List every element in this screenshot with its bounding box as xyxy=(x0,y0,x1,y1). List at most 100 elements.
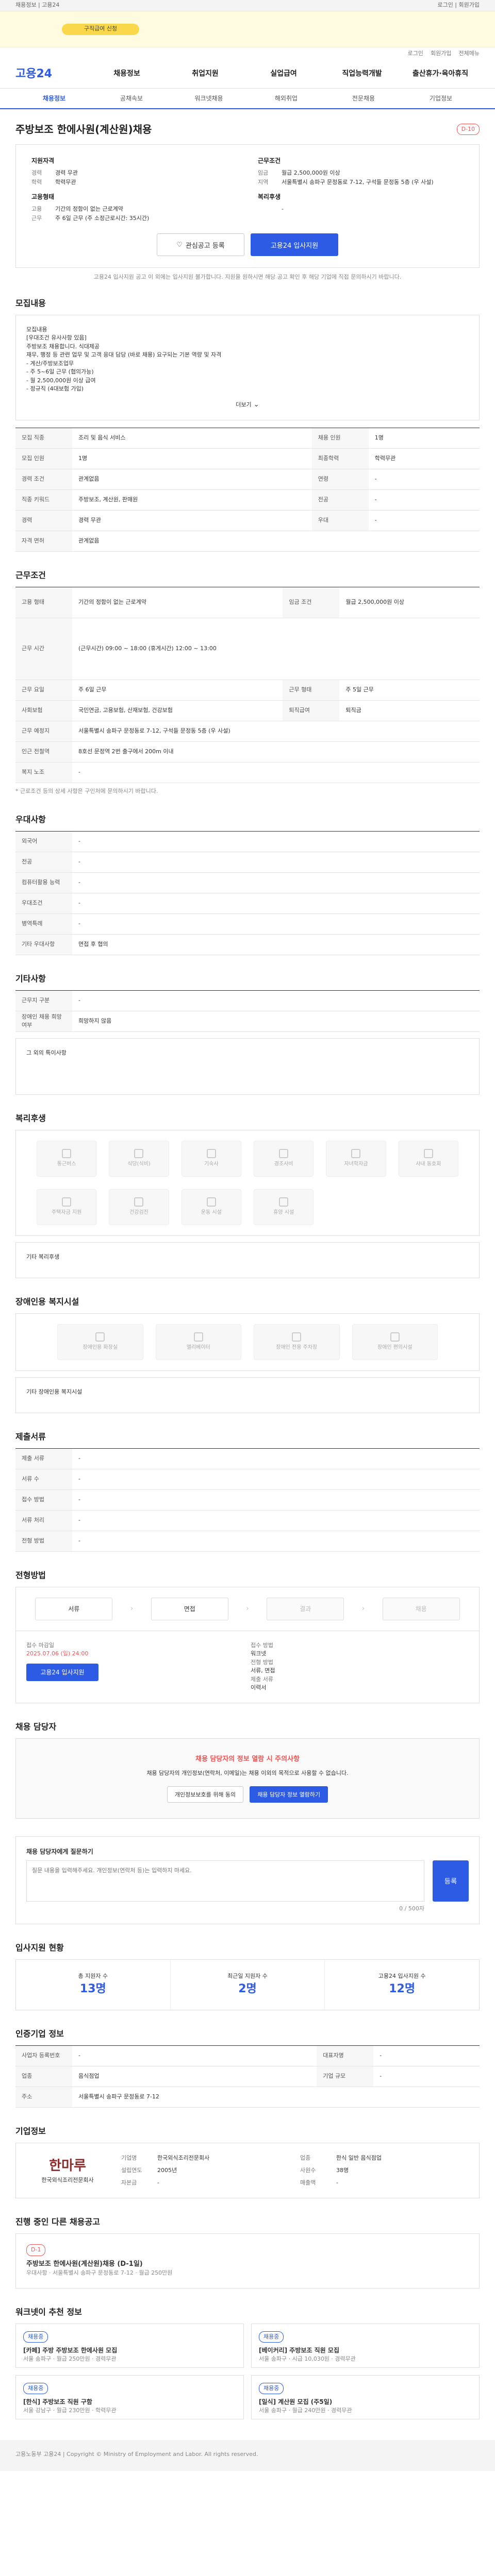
other-job-card[interactable]: D-1 주방보조 한에사원(계산원)채용 (D-1일) 우대사항 · 서울특별시… xyxy=(15,2233,480,2289)
desc-line: 주방보조 채용합니다. 식대제공 xyxy=(26,343,100,350)
welfare-item: 기숙사 xyxy=(181,1140,241,1177)
kv-value: 서울특별시 송파구 문정동로 7-12, 구석들 문정동 5층 (우 사설) xyxy=(282,179,434,185)
table-value: 관계없음 xyxy=(72,469,312,490)
welfare-label: 경조사비 xyxy=(274,1161,293,1167)
table-row: 업종 음식점업 기업 규모 - xyxy=(15,2066,480,2087)
more-button[interactable]: 더보기 xyxy=(236,401,251,408)
welfare-label: 통근버스 xyxy=(57,1161,76,1167)
subnav-item[interactable]: 공채속보 xyxy=(93,94,170,103)
docs-table: 제출 서류 - 서류 수- 접수 방법 - 서류 처리 - 전형 방법 - xyxy=(15,1448,480,1552)
consent-button[interactable]: 개인정보보호를 위해 동의 xyxy=(167,1786,244,1803)
stat-value: 13명 xyxy=(79,1982,106,1995)
table-row: 사업자 등록번호 - 대표자명 - xyxy=(15,2045,480,2066)
table-value: - xyxy=(72,762,480,783)
kv-value: 월급 2,500,000원 이상 xyxy=(282,170,340,176)
desc-line: - 정규직 (4대보험 가입) xyxy=(26,385,84,392)
kv-value: - xyxy=(157,2179,159,2186)
recommend-title: [일식] 계산원 모집 (주5일) xyxy=(259,2398,333,2405)
signup-link[interactable]: 회원가입 xyxy=(431,49,451,58)
house-icon xyxy=(206,1149,216,1158)
parking-icon xyxy=(292,1332,302,1342)
kv-value: - xyxy=(282,206,284,212)
process-step: 결과 xyxy=(267,1597,344,1620)
stat-item: 최근일 지원자 수 2명 xyxy=(171,1959,325,2010)
work-table: 고용 형태 기간의 정함이 없는 근로계약 임금 조건 월급 2,500,000원 이… xyxy=(15,587,480,783)
apply-button[interactable]: 고용24 입사지원 xyxy=(251,233,338,256)
book-icon xyxy=(351,1149,361,1158)
welfare-item: 통근버스 xyxy=(37,1140,97,1177)
table-value: 서울특별시 송파구 문정동로 7-12, 구석들 문정동 5층 (우 사설) xyxy=(72,721,480,742)
info-value: 워크넷 xyxy=(251,1650,267,1657)
table-key: 업종 xyxy=(15,2066,72,2087)
recommend-card[interactable]: 채용중 [일식] 계산원 모집 (주5일) 서울 송파구 · 월급 240만원 · … xyxy=(251,2375,480,2419)
recommend-sub: 서울 송파구 · 월급 240만원 · 경력무관 xyxy=(259,2407,352,2414)
recruit-table: 모집 직종 조리 및 음식 서비스 채용 인원 1명 모집 인원 1명 최종학력 학력무관 … xyxy=(15,428,480,552)
subnav-item[interactable]: 전문채용 xyxy=(325,94,402,103)
logo[interactable]: 고용24 xyxy=(15,65,88,82)
other-job-title[interactable]: 주방보조 한에사원(계산원)채용 (D-1일) xyxy=(26,2259,469,2269)
qa-submit-button[interactable]: 등록 xyxy=(433,1860,469,1902)
kv-key xyxy=(258,205,282,214)
kv-value: 주 6일 근무 (주 소정근로시간: 35시간) xyxy=(55,215,150,222)
facility-label: 엘리베이터 xyxy=(186,1345,210,1350)
recommend-section: 워크넷이 추천 정보 채용중 [카페] 주방 주방보조 한에사원 모집 서울 송파구… xyxy=(15,2306,480,2419)
table-value: - xyxy=(368,469,480,490)
hero-pill[interactable]: 구직급여 신청 xyxy=(62,23,139,35)
top-bar-right[interactable]: 로그인 | 회원가입 xyxy=(437,1,480,10)
welfare-label: 운동 시설 xyxy=(201,1210,222,1215)
table-key: 전공 xyxy=(15,852,72,873)
recommend-title: [베이커리] 주방보조 직원 모집 xyxy=(259,2347,339,2354)
welfare-item: 주택자금 지원 xyxy=(37,1189,97,1225)
table-row: 근무 시간 (근무시간) 09:00 ~ 18:00 (휴게시간) 12:00 ~… xyxy=(15,618,480,680)
table-key: 장애인 채용 희망 여부 xyxy=(15,1011,72,1032)
table-key: 기업 규모 xyxy=(317,2066,374,2087)
recommend-card[interactable]: 채용중 [한식] 주방보조 직원 구함 서울 강남구 · 월급 230만원 · 학력… xyxy=(15,2375,244,2419)
gnb-item[interactable]: 직업능력개발 xyxy=(323,69,401,79)
hero-banner: 구직급여 신청 xyxy=(0,11,495,47)
view-contact-button[interactable]: 채용 담당자 정보 열람하기 xyxy=(250,1786,328,1803)
kv-key: 설립연도 xyxy=(121,2167,142,2174)
scrap-button[interactable]: ♡ 관심공고 등록 xyxy=(157,233,244,256)
table-value: - xyxy=(72,913,480,935)
process-apply-button[interactable]: 고용24 입사지원 xyxy=(26,1663,98,1681)
section-title: 전형방법 xyxy=(15,1570,46,1580)
all-menu-link[interactable]: 전체메뉴 xyxy=(459,49,480,58)
pref-section: 우대사항 외국어 - 전공 - 컴퓨터활용 능력 - 우대조건 - 병역특례 - 기타 우… xyxy=(15,814,480,955)
gnb-item[interactable]: 출산휴가·육아휴직 xyxy=(401,69,480,79)
gnb-item[interactable]: 취업지원 xyxy=(166,69,244,79)
stat-value: 12명 xyxy=(389,1982,416,1995)
subnav-item[interactable]: 기업정보 xyxy=(402,94,480,103)
qa-textarea[interactable] xyxy=(26,1860,424,1902)
subnav-item[interactable]: 해외취업 xyxy=(248,94,325,103)
disabled-section: 장애인용 복지시설 장애인용 화장실 엘리베이터 장애인 전용 주차장 장애인 … xyxy=(15,1296,480,1413)
recommend-tag: 채용중 xyxy=(23,2382,48,2394)
gnb-item[interactable]: 실업급여 xyxy=(244,69,323,79)
work-section: 근무조건 고용 형태 기간의 정함이 없는 근로계약 임금 조건 월급 2,500,0… xyxy=(15,569,480,796)
welfare-section: 복리후생 통근버스 식당(식비) 기숙사 경조사비 자녀학자금 사내 동호회 주… xyxy=(15,1112,480,1278)
gnb-item[interactable]: 채용정보 xyxy=(88,69,166,79)
login-link[interactable]: 로그인 xyxy=(408,49,423,58)
table-key: 퇴직급여 xyxy=(283,700,340,721)
subnav-item[interactable]: 채용정보 xyxy=(15,94,93,103)
section-title: 워크넷이 추천 정보 xyxy=(15,2307,82,2317)
table-value: - xyxy=(72,872,480,893)
table-value: 학력무관 xyxy=(368,448,480,469)
subnav-item[interactable]: 워크넷채용 xyxy=(170,94,248,103)
info-value: 2025.07.06 (일) 24:00 xyxy=(26,1650,89,1657)
contact-body: 채용 담당자의 개인정보(연락처, 이메일)는 채용 이외의 목적으로 사용할 … xyxy=(146,1770,349,1776)
table-value: - xyxy=(72,852,480,873)
recommend-card[interactable]: 채용중 [카페] 주방 주방보조 한에사원 모집 서울 송파구 · 월급 250만원… xyxy=(15,2323,244,2368)
toilet-icon xyxy=(95,1332,105,1342)
arrow-right-icon: › xyxy=(130,1604,134,1613)
table-row: 제출 서류 - xyxy=(15,1448,480,1469)
recommend-tag: 채용중 xyxy=(259,2331,284,2343)
table-value: 월급 2,500,000원 이상 xyxy=(339,587,480,618)
table-row: 직종 키워드 주방보조, 계산원, 판매원 전공 - xyxy=(15,489,480,511)
table-value: - xyxy=(72,1531,480,1552)
table-value: - xyxy=(368,510,480,531)
process-step: 서류 xyxy=(35,1597,113,1620)
kv-value: 경력 무관 xyxy=(55,170,78,176)
recommend-card[interactable]: 채용중 [베이커리] 주방보조 직원 모집 서울 송파구 · 시급 10,030원 … xyxy=(251,2323,480,2368)
summary-heading: 근무조건 xyxy=(258,157,281,164)
summary-box: 지원자격 경력 경력 무관 학력 학력무관 근무조건 임금 월급 2,500,000원… xyxy=(15,144,480,268)
